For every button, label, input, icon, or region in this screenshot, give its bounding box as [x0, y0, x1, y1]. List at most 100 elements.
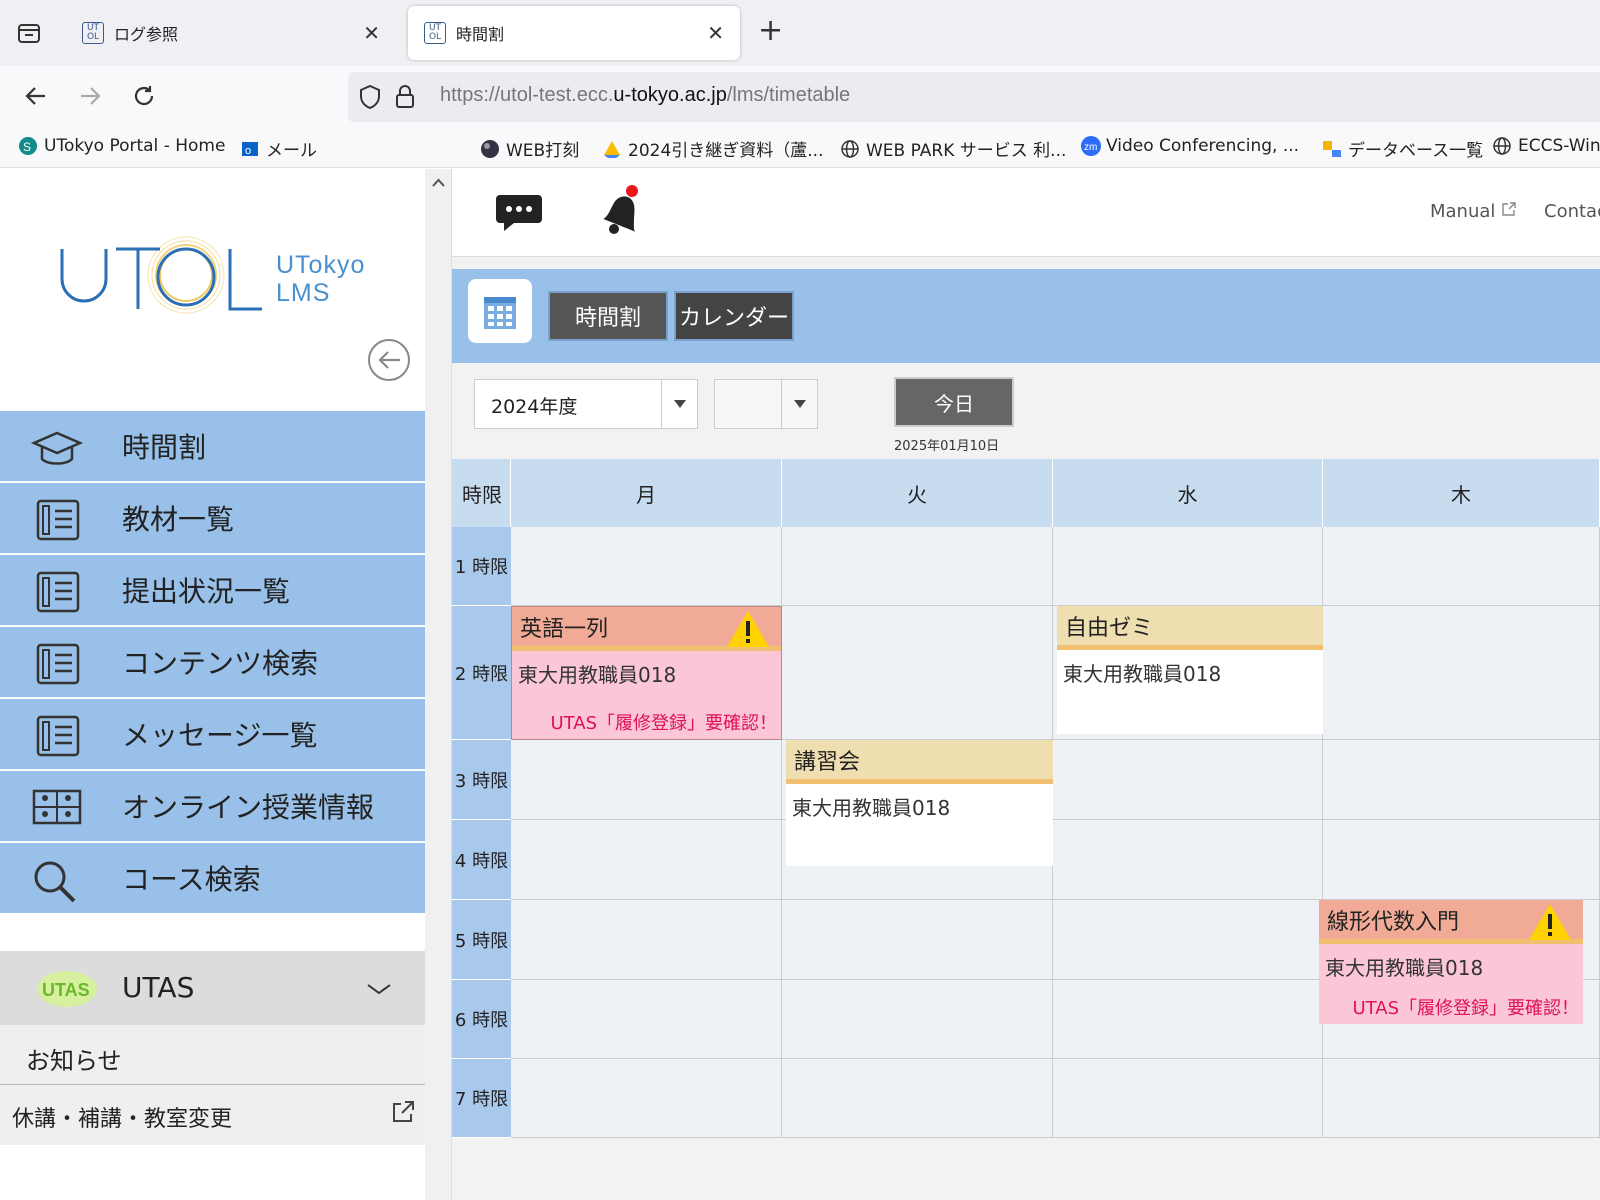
- kyuko-label: 休講・補講・教室変更: [12, 1107, 233, 1132]
- bookmark-zoom[interactable]: zm Video Conferencing, ...: [1080, 136, 1299, 156]
- new-tab-icon[interactable]: +: [758, 16, 783, 46]
- search-icon: [30, 857, 84, 903]
- logo-subtitle: UTokyo: [276, 251, 366, 279]
- bookmark-label: WEB打刻: [506, 141, 580, 161]
- chat-icon[interactable]: [494, 191, 544, 239]
- tab-timetable[interactable]: UT OL 時間割 ✕: [408, 6, 740, 60]
- period-label: 4 時限: [452, 820, 511, 900]
- url-text[interactable]: https://utol-test.ecc.u-tokyo.ac.jp/lms/…: [440, 84, 850, 107]
- shield-icon[interactable]: [358, 84, 382, 114]
- timetable-cell[interactable]: [511, 740, 782, 820]
- timetable-cell[interactable]: [511, 1059, 782, 1138]
- close-tab-icon[interactable]: ✕: [707, 21, 724, 45]
- sidebar-item-label: 時間割: [122, 431, 207, 464]
- bookmark-eccs[interactable]: ECCS-Win: [1492, 136, 1600, 156]
- kyuko-link[interactable]: 休講・補講・教室変更: [0, 1085, 425, 1145]
- notice-item[interactable]: お知らせ: [0, 1025, 425, 1085]
- registration-warning[interactable]: UTAS「履修登録」要確認！: [1352, 994, 1579, 1020]
- course-teacher: 東大用教職員018: [792, 796, 951, 820]
- bookmark-utokyo-portal[interactable]: S UTokyo Portal - Home: [18, 136, 225, 156]
- timetable-cell[interactable]: [511, 980, 782, 1059]
- chevron-down-icon[interactable]: [366, 977, 392, 1002]
- globe-icon: [1492, 136, 1512, 156]
- reload-icon[interactable]: [126, 78, 162, 114]
- top-header: Manual Contac: [452, 169, 1600, 257]
- timetable-cell[interactable]: [782, 980, 1053, 1059]
- bookmark-web-dakoku[interactable]: WEB打刻: [480, 136, 579, 161]
- manual-link[interactable]: Manual: [1430, 201, 1517, 222]
- timetable-cell[interactable]: [511, 900, 782, 980]
- close-tab-icon[interactable]: ✕: [363, 21, 380, 45]
- logo-subtitle-lms: LMS: [276, 279, 331, 307]
- timetable-cell[interactable]: [1323, 527, 1600, 606]
- course-card-jiyu-zemi[interactable]: 自由ゼミ 東大用教職員018: [1057, 606, 1323, 734]
- clipboard-icon: [30, 569, 84, 613]
- url-prefix: https://utol-test.ecc.: [440, 84, 614, 106]
- svg-text:o: o: [245, 145, 251, 157]
- bookmark-drive[interactable]: 2024引き継ぎ資料（蘆...: [602, 136, 823, 161]
- day-header: 水: [1053, 459, 1323, 527]
- year-select[interactable]: 2024年度: [474, 379, 698, 429]
- timetable-cell[interactable]: [1053, 900, 1323, 980]
- lock-icon[interactable]: [394, 84, 416, 114]
- timetable-cell[interactable]: [1053, 980, 1323, 1059]
- utas-label: UTAS: [122, 971, 195, 1004]
- url-domain: u-tokyo.ac.jp: [613, 84, 727, 106]
- timetable-cell[interactable]: [1323, 606, 1600, 740]
- forward-icon[interactable]: [72, 78, 108, 114]
- dropdown-arrow-icon: [661, 380, 697, 428]
- svg-text:zm: zm: [1084, 142, 1097, 153]
- timetable-cell[interactable]: [1053, 527, 1323, 606]
- bell-icon[interactable]: [592, 183, 648, 243]
- sidebar-item-online-class[interactable]: オンライン授業情報: [0, 771, 425, 843]
- timetable-cell[interactable]: [782, 1059, 1053, 1138]
- contact-link[interactable]: Contac: [1544, 201, 1600, 222]
- timetable-cell[interactable]: [782, 606, 1053, 740]
- svg-text:UTAS: UTAS: [42, 980, 90, 1000]
- course-card-koshukai[interactable]: 講習会 東大用教職員018: [786, 740, 1053, 866]
- timetable-cell[interactable]: [782, 900, 1053, 980]
- timetable-cell[interactable]: [1053, 820, 1323, 900]
- sidebar: UTokyo LMS 時間割 教材一覧 提出状況一覧 コンテンツ検索 メッセージ…: [0, 169, 425, 1200]
- timetable-view-button[interactable]: 時間割: [548, 291, 668, 341]
- timetable-cell[interactable]: [511, 820, 782, 900]
- sidebar-item-label: メッセージ一覧: [122, 719, 318, 752]
- timetable-cell[interactable]: [1323, 820, 1600, 900]
- sidebar-item-messages[interactable]: メッセージ一覧: [0, 699, 425, 771]
- today-button[interactable]: 今日: [894, 377, 1014, 427]
- period-header: 時限: [452, 459, 511, 527]
- calendar-view-button[interactable]: カレンダー: [674, 291, 794, 341]
- back-icon[interactable]: [18, 78, 54, 114]
- bookmark-label: WEB PARK サービス 利...: [866, 141, 1067, 161]
- timetable-cell[interactable]: [1323, 740, 1600, 820]
- sidebar-item-timetable[interactable]: 時間割: [0, 411, 425, 483]
- bookmark-database[interactable]: データベース一覧: [1322, 136, 1483, 161]
- view-toolbar: 時間割 カレンダー: [452, 269, 1600, 363]
- utas-section[interactable]: UTAS UTAS: [0, 951, 425, 1025]
- course-card-english[interactable]: 英語一列 東大用教職員018 UTAS「履修登録」要確認！: [511, 606, 782, 740]
- year-select-value: 2024年度: [491, 396, 578, 418]
- timetable-cell[interactable]: [782, 527, 1053, 606]
- bookmark-mail[interactable]: o メール: [240, 136, 317, 161]
- utol-logo[interactable]: UTokyo LMS: [58, 235, 388, 325]
- sidebar-item-content-search[interactable]: コンテンツ検索: [0, 627, 425, 699]
- sidebar-item-course-search[interactable]: コース検索: [0, 843, 425, 915]
- calendar-icon[interactable]: [468, 279, 532, 343]
- timetable-cell[interactable]: [1053, 740, 1323, 820]
- timetable-cell[interactable]: [1323, 1059, 1600, 1138]
- course-card-linear-algebra[interactable]: 線形代数入門 東大用教職員018 UTAS「履修登録」要確認！: [1319, 900, 1583, 1024]
- sidebar-item-materials[interactable]: 教材一覧: [0, 483, 425, 555]
- address-bar[interactable]: https://utol-test.ecc.u-tokyo.ac.jp/lms/…: [348, 72, 1600, 122]
- timetable-cell[interactable]: [511, 527, 782, 606]
- tab-log[interactable]: UT OL ログ参照 ✕: [66, 6, 396, 60]
- period-label: 5 時限: [452, 900, 511, 980]
- timetable-cell[interactable]: [1053, 1059, 1323, 1138]
- bookmark-web-park[interactable]: WEB PARK サービス 利...: [840, 136, 1066, 161]
- sidebar-item-label: 教材一覧: [122, 503, 235, 536]
- sidebar-scrollbar[interactable]: [425, 169, 452, 1200]
- registration-warning[interactable]: UTAS「履修登録」要確認！: [550, 709, 777, 735]
- term-select[interactable]: [714, 379, 818, 429]
- collapse-sidebar-icon[interactable]: [368, 339, 410, 381]
- sidebar-item-submissions[interactable]: 提出状況一覧: [0, 555, 425, 627]
- tab-list-icon[interactable]: [14, 18, 44, 48]
